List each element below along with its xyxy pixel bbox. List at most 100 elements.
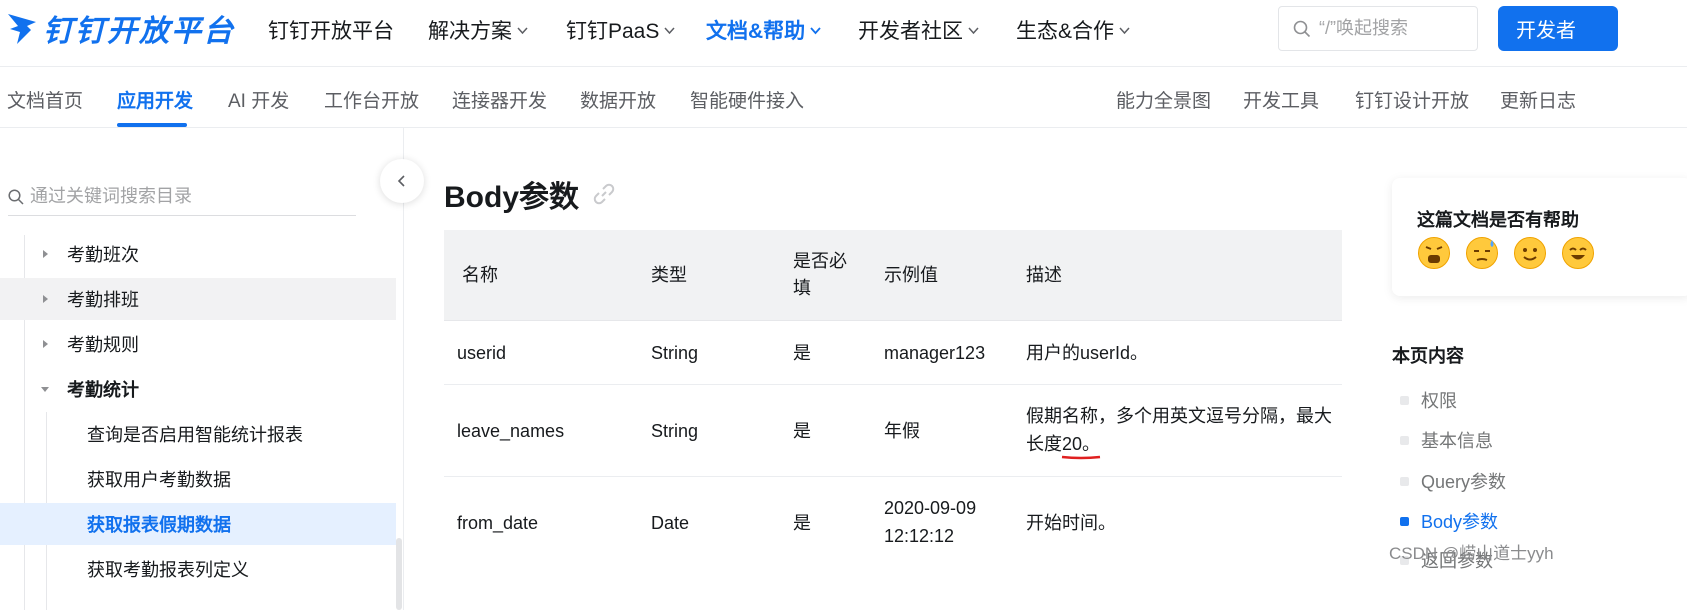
nav-label: 解决方案 (428, 20, 512, 43)
cell-required: 是 (793, 513, 811, 533)
toc-dot (1400, 476, 1409, 486)
angry-face-icon[interactable] (1417, 236, 1451, 270)
toc-label: Query参数 (1421, 472, 1507, 492)
tree-item-user-attendance[interactable]: 获取用户考勤数据 (0, 458, 396, 500)
tree-item-label: 获取用户考勤数据 (87, 470, 231, 490)
feedback-question: 这篇文档是否有帮助 (1417, 210, 1579, 230)
toc-label: Body参数 (1421, 512, 1499, 532)
tree-item-schedule[interactable]: 考勤排班 (0, 278, 396, 320)
tree-item-rules[interactable]: 考勤规则 (0, 323, 396, 365)
toc-item-permissions[interactable]: 权限 (1400, 387, 1457, 413)
subnav-changelog[interactable]: 更新日志 (1500, 86, 1576, 113)
subnav-design[interactable]: 钉钉设计开放 (1355, 86, 1469, 113)
cell-required: 是 (793, 343, 811, 363)
section-title-text: Body参数 (444, 181, 579, 214)
toc-dot (1400, 516, 1409, 526)
table-row: from_date Date 是 2020-09-09 12:12:12 开始时… (444, 477, 1342, 569)
subnav-doc-home[interactable]: 文档首页 (7, 86, 83, 113)
cell-name: userid (457, 343, 507, 363)
toc-item-basic-info[interactable]: 基本信息 (1400, 427, 1493, 453)
nav-item-docs-help[interactable]: 文档&帮助 (706, 16, 822, 44)
table-header: 名称 类型 是否必填 示例值 描述 (444, 230, 1342, 321)
subnav-app-dev[interactable]: 应用开发 (117, 86, 193, 113)
toc-dot (1400, 395, 1409, 405)
toc-item-body-params[interactable]: Body参数 (1400, 508, 1498, 534)
nav-item-solutions[interactable]: 解决方案 (428, 16, 529, 44)
global-search-input[interactable] (1319, 18, 1469, 39)
subnav-hardware[interactable]: 智能硬件接入 (690, 86, 804, 113)
nav-label: 开发者社区 (858, 20, 963, 43)
header-required: 是否必填 (793, 251, 847, 298)
search-icon (8, 188, 24, 205)
tree-item-label: 考勤统计 (67, 380, 139, 400)
nav-item-community[interactable]: 开发者社区 (858, 16, 980, 44)
cell-description: 开始时间。 (1026, 513, 1116, 533)
toc-label: 权限 (1421, 391, 1457, 411)
smile-face-icon[interactable] (1513, 236, 1547, 270)
chevron-down-icon (664, 26, 675, 34)
anchor-link-icon[interactable] (591, 181, 617, 207)
dingtalk-wing-icon (8, 14, 36, 44)
header-type: 类型 (651, 265, 687, 285)
cell-type: String (651, 343, 699, 363)
subnav-dev-tools[interactable]: 开发工具 (1243, 86, 1319, 113)
tree-item-report-leave[interactable]: 获取报表假期数据 (0, 503, 396, 545)
subnav-data-open[interactable]: 数据开放 (580, 86, 656, 113)
feedback-card: 这篇文档是否有帮助 (1392, 178, 1687, 296)
tree-item-statistics[interactable]: 考勤统计 (0, 368, 396, 410)
subnav-capability-map[interactable]: 能力全景图 (1116, 86, 1211, 113)
subnav-connector[interactable]: 连接器开发 (452, 86, 547, 113)
tree-item-label: 获取考勤报表列定义 (87, 560, 249, 580)
nav-label: 钉钉PaaS (566, 20, 660, 43)
tree-item-smart-report-check[interactable]: 查询是否启用智能统计报表 (0, 413, 396, 455)
table-row: leave_names String 是 年假 假期名称，多个用英文逗号分隔，最… (444, 385, 1342, 477)
nav-item-paas[interactable]: 钉钉PaaS (566, 16, 676, 44)
cell-example: 2020-09-09 12:12:12 (884, 498, 977, 546)
tree-item-label: 查询是否启用智能统计报表 (87, 425, 303, 445)
nav-item-open-platform[interactable]: 钉钉开放平台 (268, 16, 394, 44)
cell-type: String (651, 421, 699, 441)
subnav-workbench[interactable]: 工作台开放 (324, 86, 419, 113)
toc-item-query-params[interactable]: Query参数 (1400, 468, 1506, 494)
cell-required: 是 (793, 421, 811, 441)
sidebar-scrollbar[interactable] (396, 538, 402, 610)
chevron-down-icon (810, 26, 821, 34)
global-search[interactable] (1278, 6, 1478, 51)
nav-label: 文档&帮助 (706, 20, 806, 43)
nav-label: 生态&合作 (1016, 20, 1115, 43)
header-description: 描述 (1026, 265, 1062, 285)
section-title: Body参数 (444, 172, 617, 216)
chevron-left-icon (397, 175, 405, 187)
sweat-face-icon[interactable] (1465, 236, 1499, 270)
table-row: userid String 是 manager123 用户的userId。 (444, 321, 1342, 385)
tree-item-label: 考勤排班 (67, 290, 139, 310)
tree-item-report-columns[interactable]: 获取考勤报表列定义 (0, 548, 396, 590)
header-example: 示例值 (884, 265, 938, 285)
doc-subnav: 文档首页 应用开发 AI 开发 工作台开放 连接器开发 数据开放 智能硬件接入 … (0, 68, 1687, 128)
dingtalk-logo[interactable]: 钉钉开放平台 (5, 8, 235, 48)
cell-description: 用户的userId。 (1026, 343, 1149, 363)
cell-name: from_date (457, 513, 539, 533)
tree-item-label: 考勤规则 (67, 335, 139, 355)
header-name: 名称 (462, 265, 498, 285)
red-underline-annotation (1061, 455, 1101, 460)
tree-item-shift[interactable]: 考勤班次 (0, 233, 396, 275)
caret-down-icon (41, 387, 49, 392)
search-icon (1293, 20, 1311, 37)
developer-button[interactable]: 开发者 (1498, 6, 1618, 51)
nav-label: 钉钉开放平台 (268, 20, 394, 43)
tree-item-label: 考勤班次 (67, 245, 139, 265)
sidebar-search-input[interactable] (30, 186, 330, 207)
toc-dot (1400, 435, 1409, 445)
subnav-ai-dev[interactable]: AI 开发 (228, 86, 289, 113)
caret-right-icon (43, 295, 48, 303)
happy-face-icon[interactable] (1561, 236, 1595, 270)
cell-example: 年假 (884, 421, 920, 441)
chevron-down-icon (1119, 26, 1130, 34)
cell-type: Date (651, 513, 690, 533)
nav-item-ecosystem[interactable]: 生态&合作 (1016, 16, 1131, 44)
sidebar-collapse-button[interactable] (380, 159, 424, 203)
top-navbar: 钉钉开放平台 钉钉开放平台 解决方案 钉钉PaaS 文档&帮助 开发者社区 生态… (0, 0, 1687, 67)
sidebar-search[interactable] (8, 178, 356, 216)
tree-item-label: 获取报表假期数据 (87, 515, 231, 535)
